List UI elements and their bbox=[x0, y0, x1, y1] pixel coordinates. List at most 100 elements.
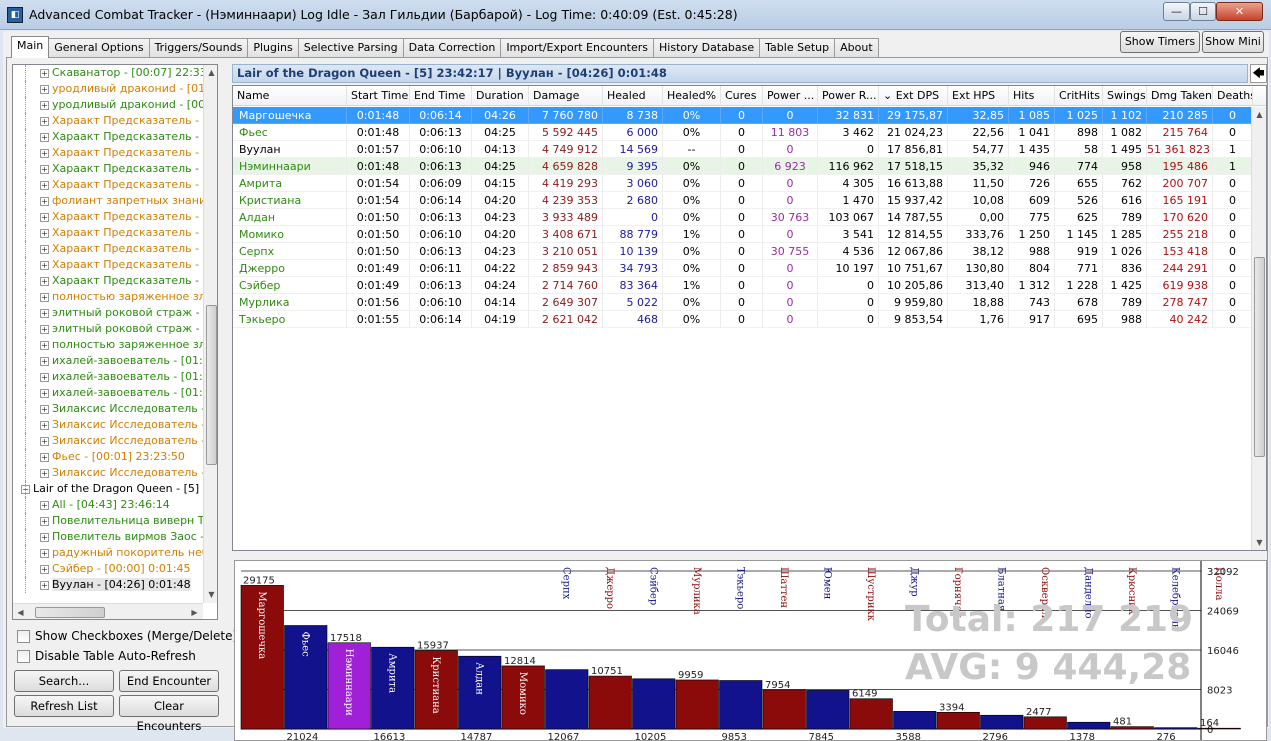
tree-item[interactable]: + Повелитель вирмов Заос - [0 bbox=[13, 529, 203, 545]
scroll-down-icon[interactable]: ▼ bbox=[204, 587, 217, 602]
column-header[interactable]: Duration bbox=[472, 86, 529, 106]
tree-item[interactable]: +ихалей-завоеватель - [01:24] bbox=[13, 385, 203, 401]
scroll-up-icon[interactable]: ▲ bbox=[204, 65, 217, 80]
tree-item[interactable]: +ихалей-завоеватель - [01:39] bbox=[13, 353, 203, 369]
expand-icon[interactable]: + bbox=[40, 228, 49, 238]
table-row[interactable]: Кристиана 0:01:54 0:06:14 04:20 4 239 353 2 6… bbox=[233, 192, 1251, 209]
tab-plugins[interactable]: Plugins bbox=[247, 38, 299, 58]
tree-item[interactable]: +Хараакт Предсказатель - [01 bbox=[13, 145, 203, 161]
clear-encounters-button[interactable]: Clear Encounters bbox=[119, 695, 219, 733]
scroll-left-icon[interactable]: ◀ bbox=[13, 605, 28, 619]
column-header[interactable]: Hits bbox=[1009, 86, 1055, 106]
tree-horizontal-scrollbar[interactable]: ◀ ▶ bbox=[13, 603, 203, 619]
column-header[interactable]: Damage bbox=[529, 86, 603, 106]
table-row[interactable]: Маргошечка 0:01:48 0:06:14 04:26 7 760 780 8 … bbox=[233, 107, 1251, 124]
column-header[interactable]: Start Time bbox=[347, 86, 410, 106]
table-row[interactable]: Фьес 0:01:48 0:06:13 04:25 5 592 445 6 000 0% 0… bbox=[233, 124, 1251, 141]
expand-icon[interactable]: + bbox=[40, 532, 49, 542]
tree-item[interactable]: + All - [04:43] 23:46:14 bbox=[13, 497, 203, 513]
column-header[interactable]: Cures bbox=[721, 86, 763, 106]
refresh-list-button[interactable]: Refresh List bbox=[14, 695, 114, 717]
maximize-button[interactable]: ☐ bbox=[1190, 2, 1216, 21]
back-arrow-icon[interactable]: 🡄 bbox=[1250, 64, 1267, 83]
tree-item[interactable]: +Скаванатор - [00:07] 22:33:55 bbox=[13, 65, 203, 81]
scroll-right-icon[interactable]: ▶ bbox=[187, 605, 202, 619]
table-row[interactable]: Вуулан 0:01:57 0:06:10 04:13 4 749 912 14 569… bbox=[233, 141, 1251, 158]
tree-vertical-scrollbar[interactable]: ▲ ▼ bbox=[203, 65, 217, 603]
expand-icon[interactable]: + bbox=[40, 580, 49, 590]
encounter-tree[interactable]: +Скаванатор - [00:07] 22:33:55+уродливый… bbox=[12, 64, 218, 620]
tree-item[interactable]: +Хараакт Предсказатель - [01 bbox=[13, 161, 203, 177]
tab-data-correction[interactable]: Data Correction bbox=[402, 38, 502, 58]
expand-icon[interactable]: + bbox=[40, 164, 49, 174]
table-row[interactable]: Сэйбер 0:01:49 0:06:13 04:24 2 714 760 83 364… bbox=[233, 277, 1251, 294]
disable-refresh-checkbox[interactable] bbox=[17, 650, 30, 663]
tree-item[interactable]: +уродливый дракониd - [01:07] bbox=[13, 81, 203, 97]
show-mini-button[interactable]: Show Mini bbox=[1202, 31, 1264, 53]
table-row[interactable]: Мурлика 0:01:56 0:06:10 04:14 2 649 307 5 022… bbox=[233, 294, 1251, 311]
tree-item[interactable]: + Фьес - [00:01] 23:23:50 bbox=[13, 449, 203, 465]
tree-item[interactable]: +Хараакт Предсказатель - [01 bbox=[13, 129, 203, 145]
close-button[interactable]: ✕ bbox=[1216, 2, 1263, 21]
tree-item[interactable]: +уродливый дракониd - [00:43] bbox=[13, 97, 203, 113]
expand-icon[interactable]: + bbox=[40, 564, 49, 574]
column-header[interactable]: End Time bbox=[410, 86, 472, 106]
column-header[interactable]: Dmg Taken bbox=[1147, 86, 1213, 106]
expand-icon[interactable]: + bbox=[40, 324, 49, 334]
expand-icon[interactable]: + bbox=[40, 196, 49, 206]
expand-icon[interactable]: + bbox=[40, 436, 49, 446]
expand-icon[interactable]: + bbox=[40, 340, 49, 350]
tree-item[interactable]: −Lair of the Dragon Queen - [5] 23:4 bbox=[13, 481, 203, 497]
expand-icon[interactable]: + bbox=[40, 212, 49, 222]
tree-item[interactable]: + Сэйбер - [00:00] 0:01:45 bbox=[13, 561, 203, 577]
expand-icon[interactable]: + bbox=[40, 180, 49, 190]
expand-icon[interactable]: + bbox=[40, 68, 49, 78]
table-row[interactable]: Серпх 0:01:50 0:06:13 04:23 3 210 051 10 139 0… bbox=[233, 243, 1251, 260]
show-timers-button[interactable]: Show Timers bbox=[1120, 31, 1200, 53]
expand-icon[interactable]: + bbox=[40, 356, 49, 366]
column-header[interactable]: Name bbox=[233, 86, 347, 106]
show-checkboxes-checkbox[interactable] bbox=[17, 630, 30, 643]
tab-triggers-sounds[interactable]: Triggers/Sounds bbox=[148, 38, 249, 58]
tab-about[interactable]: About bbox=[834, 38, 879, 58]
table-row[interactable]: Джерро 0:01:49 0:06:11 04:22 2 859 943 34 793… bbox=[233, 260, 1251, 277]
search-button[interactable]: Search... bbox=[14, 670, 114, 692]
expand-icon[interactable]: + bbox=[40, 116, 49, 126]
table-vertical-scrollbar[interactable]: ▲ ▼ bbox=[1251, 107, 1266, 550]
expand-icon[interactable]: + bbox=[40, 372, 49, 382]
tab-general-options[interactable]: General Options bbox=[48, 38, 150, 58]
tab-history-database[interactable]: History Database bbox=[653, 38, 761, 58]
expand-icon[interactable]: + bbox=[40, 500, 49, 510]
expand-icon[interactable]: + bbox=[40, 468, 49, 478]
tree-item[interactable]: +Зилаксис Исследователь - [0 bbox=[13, 433, 203, 449]
tree-item[interactable]: +фолиант запретных знаний - bbox=[13, 193, 203, 209]
table-row[interactable]: Тэкьеро 0:01:55 0:06:14 04:19 2 621 042 468 0%… bbox=[233, 311, 1251, 328]
column-header[interactable]: Deaths bbox=[1213, 86, 1253, 106]
column-header[interactable]: Healed% bbox=[663, 86, 721, 106]
tree-item[interactable]: +Хараакт Предсказатель - [00 bbox=[13, 241, 203, 257]
tree-item[interactable]: +ихалей-завоеватель - [01:32] bbox=[13, 369, 203, 385]
scroll-up-icon[interactable]: ▲ bbox=[1252, 107, 1266, 122]
tree-item[interactable]: + полностью заряженное злор bbox=[13, 289, 203, 305]
tree-item[interactable]: + полностью заряженное злор bbox=[13, 337, 203, 353]
tree-item[interactable]: +элитный роковой страж - [00 bbox=[13, 321, 203, 337]
expand-icon[interactable]: + bbox=[40, 548, 49, 558]
expand-icon[interactable]: + bbox=[40, 84, 49, 94]
expand-icon[interactable]: + bbox=[40, 276, 49, 286]
tree-hscroll-thumb[interactable] bbox=[35, 607, 105, 618]
tree-item[interactable]: +радужный покоритель небес bbox=[13, 545, 203, 561]
tree-item[interactable]: +Хараакт Предсказатель - [03 bbox=[13, 177, 203, 193]
expand-icon[interactable]: + bbox=[40, 516, 49, 526]
tab-import-export-encounters[interactable]: Import/Export Encounters bbox=[500, 38, 655, 58]
expand-icon[interactable]: + bbox=[40, 420, 49, 430]
table-row[interactable]: Алдан 0:01:50 0:06:13 04:23 3 933 489 0 0% 0 30 … bbox=[233, 209, 1251, 226]
tree-item[interactable]: +элитный роковой страж - [01 bbox=[13, 305, 203, 321]
expand-icon[interactable]: + bbox=[40, 100, 49, 110]
expand-icon[interactable]: + bbox=[40, 388, 49, 398]
column-header[interactable]: CritHits bbox=[1055, 86, 1103, 106]
table-scroll-thumb[interactable] bbox=[1254, 257, 1265, 457]
tree-item[interactable]: +Хараакт Предсказатель - [05 bbox=[13, 257, 203, 273]
table-row[interactable]: Нэминнаари 0:01:48 0:06:13 04:25 4 659 828 9 … bbox=[233, 158, 1251, 175]
table-row[interactable]: Момико 0:01:50 0:06:10 04:20 3 408 671 88 779… bbox=[233, 226, 1251, 243]
expand-icon[interactable]: + bbox=[40, 452, 49, 462]
